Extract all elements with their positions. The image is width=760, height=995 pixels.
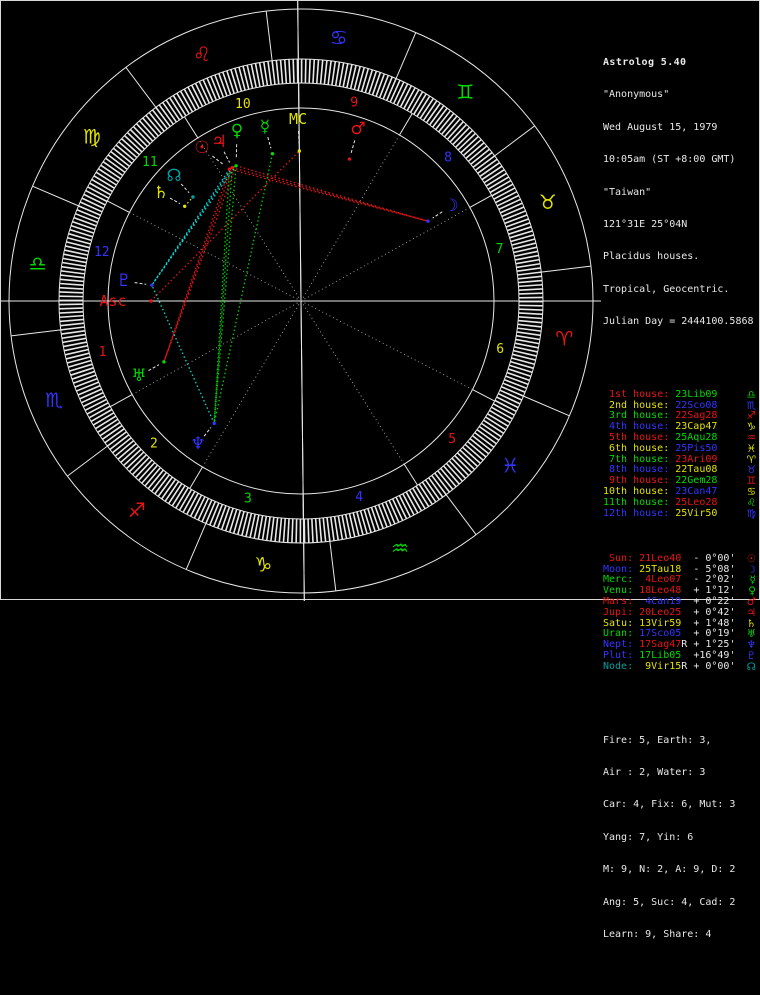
planet-glyph-venu: ♀: [231, 121, 243, 141]
planet-position-dot-venu: [234, 164, 237, 167]
tally-modes: Car: 4, Fix: 6, Mut: 3: [603, 800, 759, 811]
planet-glyph-plut: ♇: [116, 271, 131, 291]
angle-label-asc: Asc: [99, 292, 126, 310]
planet-position-dot-jupi: [231, 166, 234, 169]
house-number-1: 1: [99, 345, 107, 360]
chart-header: Astrolog 5.40 "Anonymous" Wed August 15,…: [603, 36, 759, 349]
house-number-11: 11: [142, 155, 158, 170]
house-cusp-line: [130, 212, 301, 301]
house-system: Placidus houses.: [603, 252, 759, 263]
house-cusp-line: [301, 301, 472, 390]
tally-fire-earth: Fire: 5, Earth: 3,: [603, 736, 759, 747]
angle-label-mc: MC: [289, 110, 307, 128]
zodiac-sign-glyph-virgo: ♍: [83, 125, 101, 149]
house-number-12: 12: [94, 245, 110, 260]
sign-glyph-icon: ♅: [747, 629, 756, 640]
planet-position-dot-mc: [298, 149, 301, 152]
zodiac-sign-glyph-capricorn: ♑: [254, 552, 272, 576]
planet-glyph-jupi: ♃: [211, 132, 226, 152]
tally-learn-share: Learn: 9, Share: 4: [603, 930, 759, 941]
house-number-4: 4: [355, 490, 363, 505]
tally-yang-yin: Yang: 7, Yin: 6: [603, 833, 759, 844]
house-number-6: 6: [496, 342, 504, 357]
julian-day: Julian Day = 2444100.5868: [603, 317, 759, 328]
zodiac-sign-glyph-sagittarius: ♐: [128, 498, 146, 522]
planet-position-dot-uran: [162, 360, 165, 363]
planet-position-list: Sun: 21Leo40 - 0°00'☉Moon: 25Tau18 - 5°0…: [603, 554, 759, 673]
zodiac-sign-glyph-scorpio: ♏: [45, 388, 63, 412]
zodiac-sign-glyph-aries: ♈: [555, 327, 573, 351]
sign-glyph-icon: ♄: [747, 619, 756, 630]
zodiac-sign-glyph-libra: ♎: [29, 251, 47, 275]
planet-glyph-merc: ☿: [260, 117, 270, 137]
chart-date: Wed August 15, 1979: [603, 123, 759, 134]
planet-position-dot-merc: [271, 152, 274, 155]
tally-ang-suc-cad: Ang: 5, Suc: 4, Cad: 2: [603, 898, 759, 909]
planet-position-dot-plut: [150, 283, 153, 286]
astrolog-window: ♈♉♊♋♌♍♎♏♐♑♒♓123456789101112☉☽☿♀♂♃♄♅♆♇☊As…: [0, 0, 760, 600]
zodiac-sign-glyph-taurus: ♉: [539, 190, 557, 214]
house-number-7: 7: [496, 242, 504, 257]
chart-coordinates: 121°31E 25°04N: [603, 220, 759, 231]
planet-glyph-node: ☊: [166, 166, 181, 186]
zodiac-sign-glyph-aquarius: ♒: [391, 536, 409, 560]
house-number-10: 10: [235, 97, 251, 112]
house-cusp-row: 12th house: 25Vir50♍: [603, 509, 759, 520]
planet-position-dot-sun: [228, 167, 231, 170]
house-cusp-line: [198, 138, 301, 301]
planet-glyph-satu: ♄: [153, 183, 168, 203]
planet-position-dot-satu: [183, 205, 186, 208]
tally-air-water: Air : 2, Water: 3: [603, 768, 759, 779]
sign-glyph-icon: ♍: [747, 509, 756, 520]
planet-glyph-nept: ♆: [190, 434, 205, 454]
house-cusp-line: [301, 207, 470, 301]
sign-glyph-icon: ♇: [747, 651, 756, 662]
aspect-line-conjunction: [185, 197, 193, 206]
natal-chart-wheel: ♈♉♊♋♌♍♎♏♐♑♒♓123456789101112☉☽☿♀♂♃♄♅♆♇☊As…: [1, 1, 601, 601]
house-number-2: 2: [150, 436, 158, 451]
tally-hemispheres: M: 9, N: 2, A: 9, D: 2: [603, 865, 759, 876]
house-number-3: 3: [244, 491, 252, 506]
chart-location-name: "Taiwan": [603, 188, 759, 199]
house-number-5: 5: [448, 432, 456, 447]
chart-time: 10:05am (ST +8:00 GMT): [603, 155, 759, 166]
element-tally-block: Fire: 5, Earth: 3, Air : 2, Water: 3 Car…: [603, 714, 759, 962]
planet-glyph-moon: ☽: [443, 196, 458, 216]
planet-position-dot-asc: [149, 299, 152, 302]
planet-glyph-mars: ♂: [350, 119, 365, 139]
planet-glyph-uran: ♅: [131, 366, 146, 386]
house-cusp-list: 1st house: 23Lib09♎ 2nd house: 22Sco08♏ …: [603, 390, 759, 520]
sign-glyph-icon: ☊: [747, 662, 756, 673]
sign-glyph-icon: ♃: [747, 608, 756, 619]
zodiac-mode: Tropical, Geocentric.: [603, 285, 759, 296]
chart-info-panel: Astrolog 5.40 "Anonymous" Wed August 15,…: [603, 4, 759, 995]
zodiac-sign-glyph-cancer: ♋: [330, 26, 348, 50]
aspect-line-square: [232, 168, 428, 222]
planet-position-dot-mars: [348, 157, 351, 160]
app-title: Astrolog 5.40: [603, 58, 759, 69]
chart-subject-name: "Anonymous": [603, 90, 759, 101]
planet-position-dot-nept: [212, 422, 215, 425]
sign-glyph-icon: ♆: [747, 640, 756, 651]
planet-position-dot-moon: [426, 219, 429, 222]
house-number-8: 8: [444, 151, 452, 166]
planet-position-dot-node: [191, 195, 194, 198]
planet-row: Node: 9Vir15R + 0°00'☊: [603, 662, 759, 673]
zodiac-sign-glyph-gemini: ♊: [456, 80, 474, 104]
zodiac-sign-glyph-pisces: ♓: [501, 453, 519, 477]
planet-glyph-sun: ☉: [194, 138, 209, 158]
house-number-9: 9: [350, 96, 358, 111]
sign-glyph-icon: ♂: [747, 597, 756, 608]
zodiac-sign-glyph-leo: ♌: [193, 42, 211, 66]
house-cusp-line: [301, 301, 404, 464]
